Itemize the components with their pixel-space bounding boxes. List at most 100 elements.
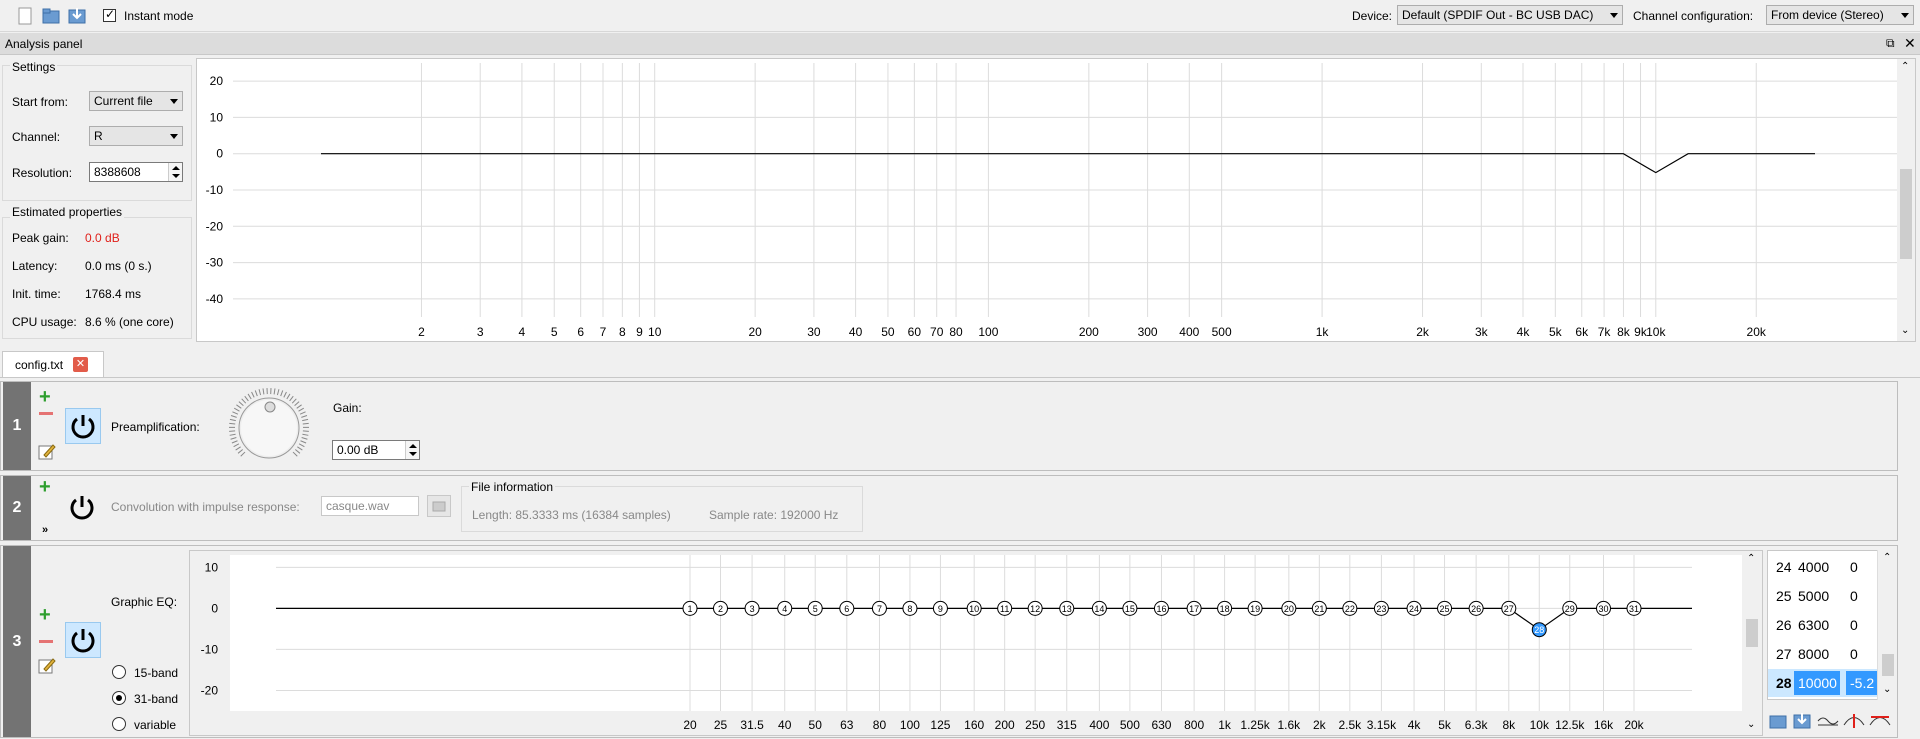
x-tick-label: 20k — [1747, 325, 1767, 339]
scroll-up-icon[interactable]: ⌃ — [1883, 552, 1891, 563]
row-number: 1 — [3, 382, 31, 470]
power-icon — [71, 629, 95, 653]
scroll-down-icon[interactable]: ⌄ — [1747, 719, 1755, 730]
flatten-curve-icon[interactable] — [1817, 712, 1839, 730]
eq-scrollbar[interactable]: ⌃ ⌄ — [1742, 551, 1762, 735]
x-tick-label: 31.5 — [740, 718, 764, 732]
add-filter-icon[interactable]: + — [39, 604, 51, 627]
invert-curve-icon[interactable] — [1843, 712, 1865, 730]
channel-config-value: From device (Stereo) — [1771, 8, 1884, 22]
peak-gain-label: Peak gain: — [12, 231, 69, 245]
band-number: 27 — [1776, 646, 1792, 662]
import-icon[interactable] — [1769, 712, 1787, 730]
scroll-down-icon[interactable]: ⌄ — [1883, 684, 1891, 695]
knob-tick — [299, 411, 306, 415]
power-toggle-button[interactable] — [65, 490, 101, 526]
edit-icon[interactable] — [38, 657, 56, 675]
x-tick-label: 1.6k — [1277, 718, 1301, 732]
scroll-thumb[interactable] — [1900, 169, 1912, 259]
knob-tick — [294, 401, 300, 406]
instant-mode-label: Instant mode — [124, 9, 194, 23]
x-tick-label: 80 — [949, 325, 963, 339]
knob-tick — [235, 446, 241, 451]
device-dropdown[interactable]: Default (SPDIF Out - BC USB DAC) — [1397, 5, 1623, 25]
knob-tick — [244, 395, 249, 402]
knob-tick — [238, 401, 244, 406]
band-number: 28 — [1776, 675, 1792, 691]
settings-title: Settings — [10, 60, 58, 74]
band-handle-label: 1 — [687, 604, 692, 614]
y-tick-label: -40 — [206, 292, 224, 306]
x-tick-label: 25 — [714, 718, 728, 732]
gain-spinbox[interactable]: 0.00 dB — [332, 440, 420, 460]
normalize-curve-icon[interactable] — [1869, 712, 1891, 730]
knob-tick — [233, 443, 240, 448]
band-table-scrollbar[interactable]: ⌃ ⌄ — [1877, 550, 1897, 700]
scroll-thumb[interactable] — [1746, 619, 1758, 647]
x-tick-label: 10k — [1530, 718, 1550, 732]
expand-icon[interactable]: » — [42, 524, 48, 536]
analysis-scrollbar[interactable]: ⌃ ⌄ — [1897, 59, 1915, 341]
sample-rate-text: Sample rate: 192000 Hz — [709, 508, 839, 522]
add-filter-icon[interactable]: + — [39, 476, 51, 499]
x-tick-label: 1.25k — [1240, 718, 1270, 732]
eq-chart-frame: 10 0 -10 -20 20 25 31.5 40 50 63 80 100 125 160 200 250… — [189, 550, 1763, 736]
knob-tick — [298, 407, 304, 412]
save-icon[interactable] — [68, 7, 86, 25]
spin-arrows-icon[interactable] — [168, 163, 182, 181]
x-tick-label: 3 — [477, 325, 484, 339]
row-number: 2 — [3, 476, 31, 540]
resolution-spinbox[interactable]: 8388608 — [89, 162, 183, 182]
remove-filter-icon[interactable] — [39, 412, 53, 415]
x-tick-label: 40 — [778, 718, 792, 732]
tab-config-txt[interactable]: config.txt ✕ — [2, 351, 104, 377]
knob-tick — [240, 451, 246, 457]
x-tick-label: 16k — [1594, 718, 1614, 732]
cpu-usage-label: CPU usage: — [12, 315, 77, 329]
browse-folder-icon[interactable] — [427, 495, 451, 517]
band-frequency: 8000 — [1798, 646, 1830, 662]
x-tick-label: 2k — [1313, 718, 1327, 732]
x-tick-label: 8 — [619, 325, 626, 339]
scroll-thumb[interactable] — [1882, 654, 1894, 676]
band-handle-label: 8 — [907, 604, 912, 614]
channel-dropdown[interactable]: R — [89, 126, 183, 146]
new-file-icon[interactable] — [16, 7, 34, 25]
scroll-up-icon[interactable]: ⌃ — [1747, 553, 1755, 564]
band-handle-label: 19 — [1250, 604, 1260, 614]
add-filter-icon[interactable]: + — [39, 386, 51, 409]
radio-15-band[interactable] — [112, 665, 126, 679]
impulse-file-input[interactable]: casque.wav — [321, 496, 419, 516]
band-frequency: 10000 — [1794, 671, 1840, 695]
knob-tick — [251, 391, 255, 398]
undock-icon[interactable]: ⧉ — [1886, 36, 1895, 51]
x-tick-label: 30 — [807, 325, 821, 339]
close-icon[interactable]: ✕ — [1904, 35, 1916, 52]
radio-variable[interactable] — [112, 717, 126, 731]
x-tick-label: 6k — [1575, 325, 1589, 339]
radio-31-band[interactable] — [112, 691, 126, 705]
band-gain: 0 — [1850, 646, 1858, 662]
x-tick-label: 50 — [809, 718, 823, 732]
power-icon — [70, 496, 94, 520]
edit-icon[interactable] — [38, 443, 56, 461]
channel-config-dropdown[interactable]: From device (Stereo) — [1766, 5, 1914, 25]
gain-label: Gain: — [333, 401, 362, 415]
instant-mode-checkbox[interactable] — [103, 7, 116, 22]
open-folder-icon[interactable] — [42, 7, 60, 25]
export-icon[interactable] — [1793, 712, 1811, 730]
x-tick-label: 20 — [748, 325, 762, 339]
analysis-panel-title: Analysis panel — [5, 37, 83, 51]
spin-arrows-icon[interactable] — [405, 441, 419, 459]
remove-filter-icon[interactable] — [39, 640, 53, 643]
power-toggle-button[interactable] — [65, 408, 101, 444]
close-tab-icon[interactable]: ✕ — [73, 357, 88, 372]
start-from-dropdown[interactable]: Current file — [89, 91, 183, 111]
power-toggle-button[interactable] — [65, 622, 101, 658]
gain-knob[interactable] — [227, 386, 311, 470]
x-tick-label: 70 — [930, 325, 944, 339]
x-tick-label: 4k — [1408, 718, 1422, 732]
scroll-up-icon[interactable]: ⌃ — [1901, 61, 1909, 72]
knob-tick — [300, 440, 307, 444]
scroll-down-icon[interactable]: ⌄ — [1901, 325, 1909, 336]
